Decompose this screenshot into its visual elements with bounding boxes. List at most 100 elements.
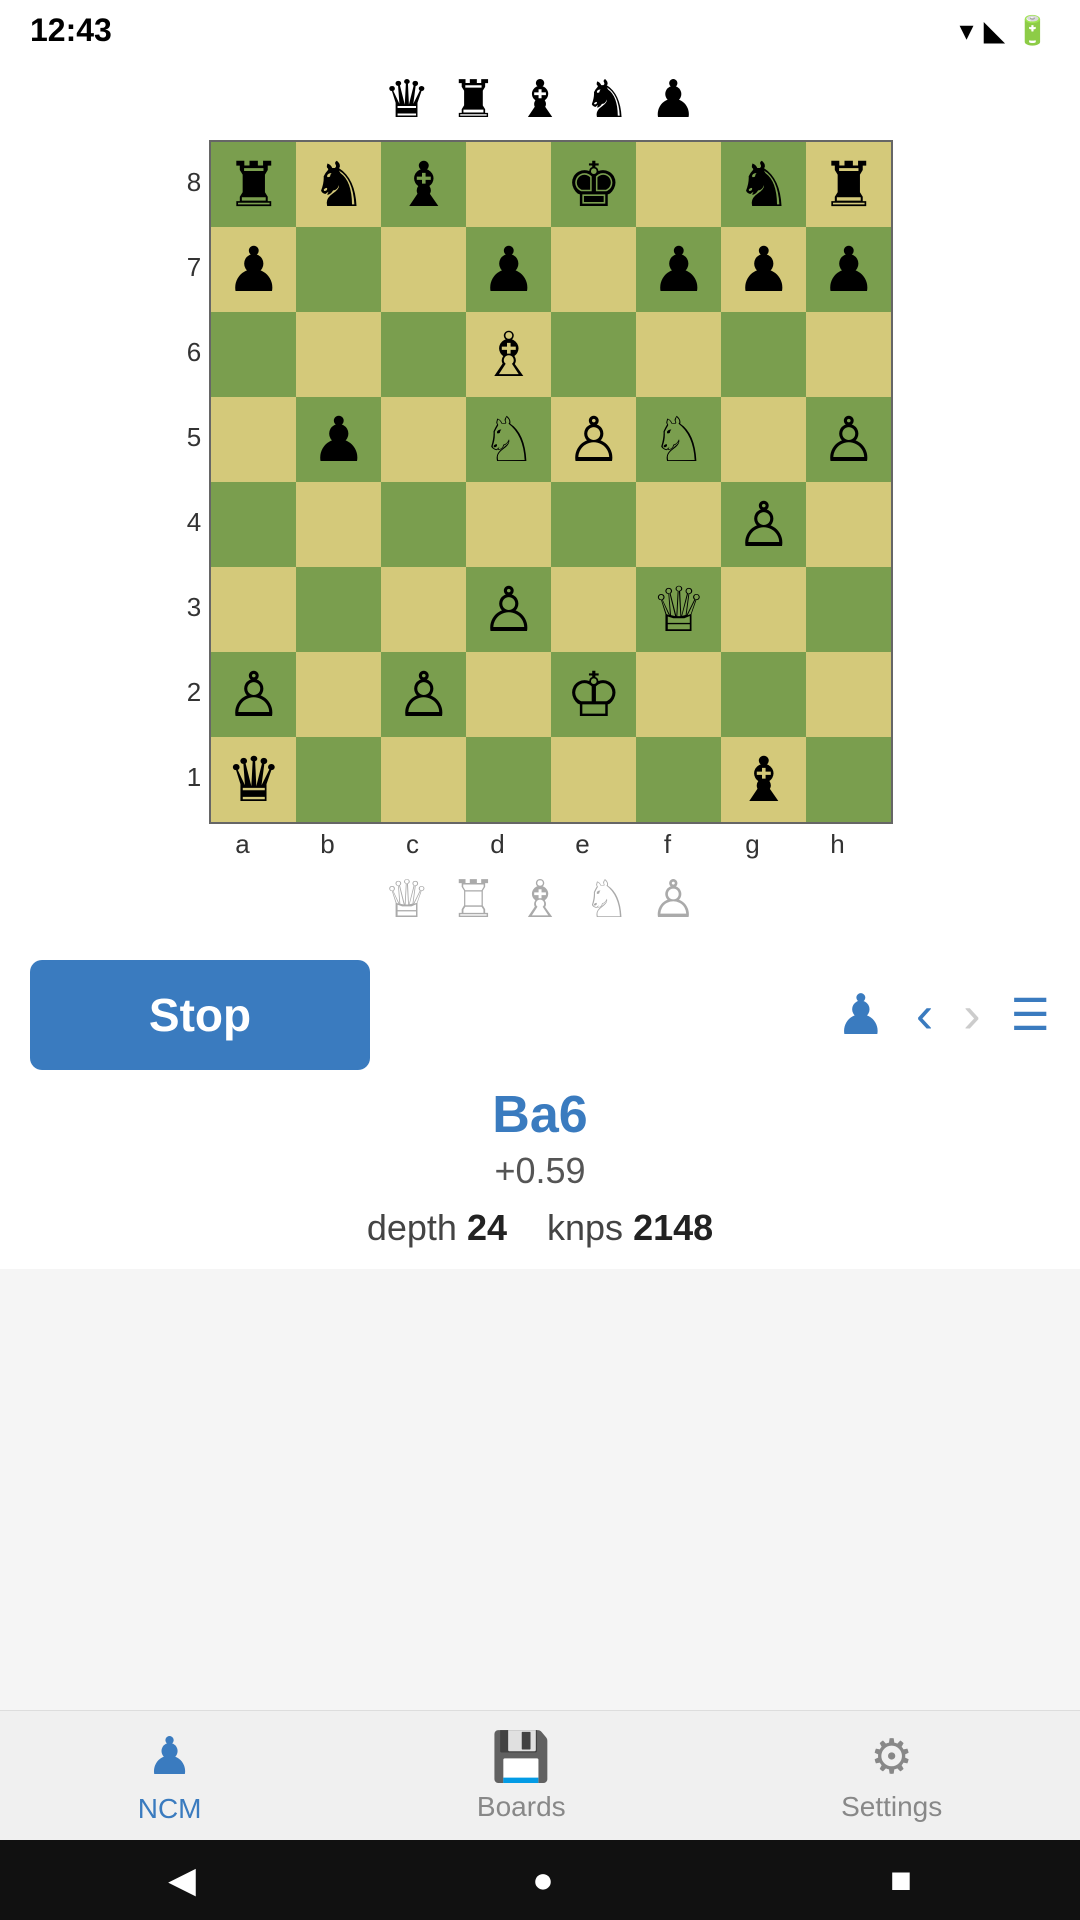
- cell-g7[interactable]: ♟: [721, 227, 806, 312]
- cell-e4[interactable]: [551, 482, 636, 567]
- cell-h1[interactable]: [806, 737, 891, 822]
- cell-d6[interactable]: ♗: [466, 312, 551, 397]
- cell-g8[interactable]: ♞: [721, 142, 806, 227]
- boards-label: Boards: [477, 1791, 566, 1823]
- cell-h4[interactable]: [806, 482, 891, 567]
- cell-c8[interactable]: ♝: [381, 142, 466, 227]
- cell-e5[interactable]: ♙: [551, 397, 636, 482]
- cell-a3[interactable]: [211, 567, 296, 652]
- move-info: Ba6 +0.59: [492, 1085, 587, 1192]
- cell-f4[interactable]: [636, 482, 721, 567]
- depth-value: 24: [467, 1207, 507, 1248]
- board-wrapper: 8 7 6 5 4 3 2 1 ♜♞♝♚♞♜♟♟♟♟♟♗♟♘♙♘♙♙♙♕♙♙♔♛…: [187, 140, 893, 860]
- cell-a1[interactable]: ♛: [211, 737, 296, 822]
- bottom-nav: ♟ NCM 💾 Boards ⚙ Settings: [0, 1710, 1080, 1840]
- cell-a8[interactable]: ♜: [211, 142, 296, 227]
- cell-h5[interactable]: ♙: [806, 397, 891, 482]
- cell-g4[interactable]: ♙: [721, 482, 806, 567]
- menu-button[interactable]: ☰: [1011, 990, 1050, 1041]
- cell-h8[interactable]: ♜: [806, 142, 891, 227]
- cell-f1[interactable]: [636, 737, 721, 822]
- cell-c1[interactable]: [381, 737, 466, 822]
- cell-c2[interactable]: ♙: [381, 652, 466, 737]
- captured-queen-black: ♛: [383, 70, 430, 130]
- cell-f2[interactable]: [636, 652, 721, 737]
- file-labels: a b c d e f g h: [200, 824, 880, 860]
- control-icons: ♟ ‹ › ☰: [836, 982, 1050, 1048]
- cell-a7[interactable]: ♟: [211, 227, 296, 312]
- chess-board[interactable]: ♜♞♝♚♞♜♟♟♟♟♟♗♟♘♙♘♙♙♙♕♙♙♔♛♝: [209, 140, 893, 824]
- cell-g3[interactable]: [721, 567, 806, 652]
- cell-f7[interactable]: ♟: [636, 227, 721, 312]
- cell-f6[interactable]: [636, 312, 721, 397]
- move-notation: Ba6: [492, 1085, 587, 1145]
- nav-item-settings[interactable]: ⚙ Settings: [811, 1719, 972, 1833]
- next-move-button[interactable]: ›: [963, 985, 980, 1045]
- cell-a4[interactable]: [211, 482, 296, 567]
- cell-d5[interactable]: ♘: [466, 397, 551, 482]
- status-bar: 12:43 ▾ ◣ 🔋: [0, 0, 1080, 60]
- cell-b5[interactable]: ♟: [296, 397, 381, 482]
- back-button[interactable]: ◀: [168, 1859, 196, 1901]
- cell-b1[interactable]: [296, 737, 381, 822]
- cell-a5[interactable]: [211, 397, 296, 482]
- move-score: +0.59: [494, 1150, 585, 1192]
- nav-item-boards[interactable]: 💾 Boards: [447, 1718, 596, 1833]
- recent-button[interactable]: ■: [890, 1859, 912, 1901]
- status-time: 12:43: [30, 12, 112, 49]
- signal-icon: ◣: [984, 14, 1006, 47]
- cell-g1[interactable]: ♝: [721, 737, 806, 822]
- cell-h2[interactable]: [806, 652, 891, 737]
- captured-queen-white: ♕: [383, 870, 430, 930]
- prev-move-button[interactable]: ‹: [916, 985, 933, 1045]
- cell-e7[interactable]: [551, 227, 636, 312]
- cell-b6[interactable]: [296, 312, 381, 397]
- cell-d2[interactable]: [466, 652, 551, 737]
- depth-info: depth 24 knps 2148: [367, 1207, 713, 1249]
- cell-c7[interactable]: [381, 227, 466, 312]
- knps-label: knps: [547, 1207, 623, 1248]
- cell-c6[interactable]: [381, 312, 466, 397]
- cell-g5[interactable]: [721, 397, 806, 482]
- cell-a6[interactable]: [211, 312, 296, 397]
- cell-f8[interactable]: [636, 142, 721, 227]
- cell-h6[interactable]: [806, 312, 891, 397]
- status-icons: ▾ ◣ 🔋: [960, 14, 1050, 47]
- boards-icon: 💾: [491, 1728, 551, 1785]
- cell-b7[interactable]: [296, 227, 381, 312]
- settings-icon: ⚙: [870, 1729, 913, 1785]
- cell-e8[interactable]: ♚: [551, 142, 636, 227]
- pawn-button[interactable]: ♟: [836, 982, 886, 1048]
- cell-c4[interactable]: [381, 482, 466, 567]
- android-nav: ◀ ● ■: [0, 1840, 1080, 1920]
- cell-b4[interactable]: [296, 482, 381, 567]
- cell-e2[interactable]: ♔: [551, 652, 636, 737]
- cell-c3[interactable]: [381, 567, 466, 652]
- nav-item-ncm[interactable]: ♟ NCM: [108, 1717, 232, 1835]
- cell-e3[interactable]: [551, 567, 636, 652]
- cell-d8[interactable]: [466, 142, 551, 227]
- cell-d3[interactable]: ♙: [466, 567, 551, 652]
- cell-d4[interactable]: [466, 482, 551, 567]
- cell-b2[interactable]: [296, 652, 381, 737]
- cell-b8[interactable]: ♞: [296, 142, 381, 227]
- captured-rook-white: ♖: [450, 870, 497, 930]
- cell-e6[interactable]: [551, 312, 636, 397]
- cell-h3[interactable]: [806, 567, 891, 652]
- cell-g6[interactable]: [721, 312, 806, 397]
- cell-a2[interactable]: ♙: [211, 652, 296, 737]
- captured-rook-black: ♜: [450, 70, 497, 130]
- cell-c5[interactable]: [381, 397, 466, 482]
- cell-d1[interactable]: [466, 737, 551, 822]
- stop-button[interactable]: Stop: [30, 960, 370, 1070]
- home-button[interactable]: ●: [532, 1859, 554, 1901]
- wifi-icon: ▾: [960, 14, 974, 47]
- cell-h7[interactable]: ♟: [806, 227, 891, 312]
- cell-f3[interactable]: ♕: [636, 567, 721, 652]
- cell-f5[interactable]: ♘: [636, 397, 721, 482]
- cell-d7[interactable]: ♟: [466, 227, 551, 312]
- cell-b3[interactable]: [296, 567, 381, 652]
- captured-pieces-top: ♛ ♜ ♝ ♞ ♟: [0, 60, 1080, 140]
- cell-e1[interactable]: [551, 737, 636, 822]
- cell-g2[interactable]: [721, 652, 806, 737]
